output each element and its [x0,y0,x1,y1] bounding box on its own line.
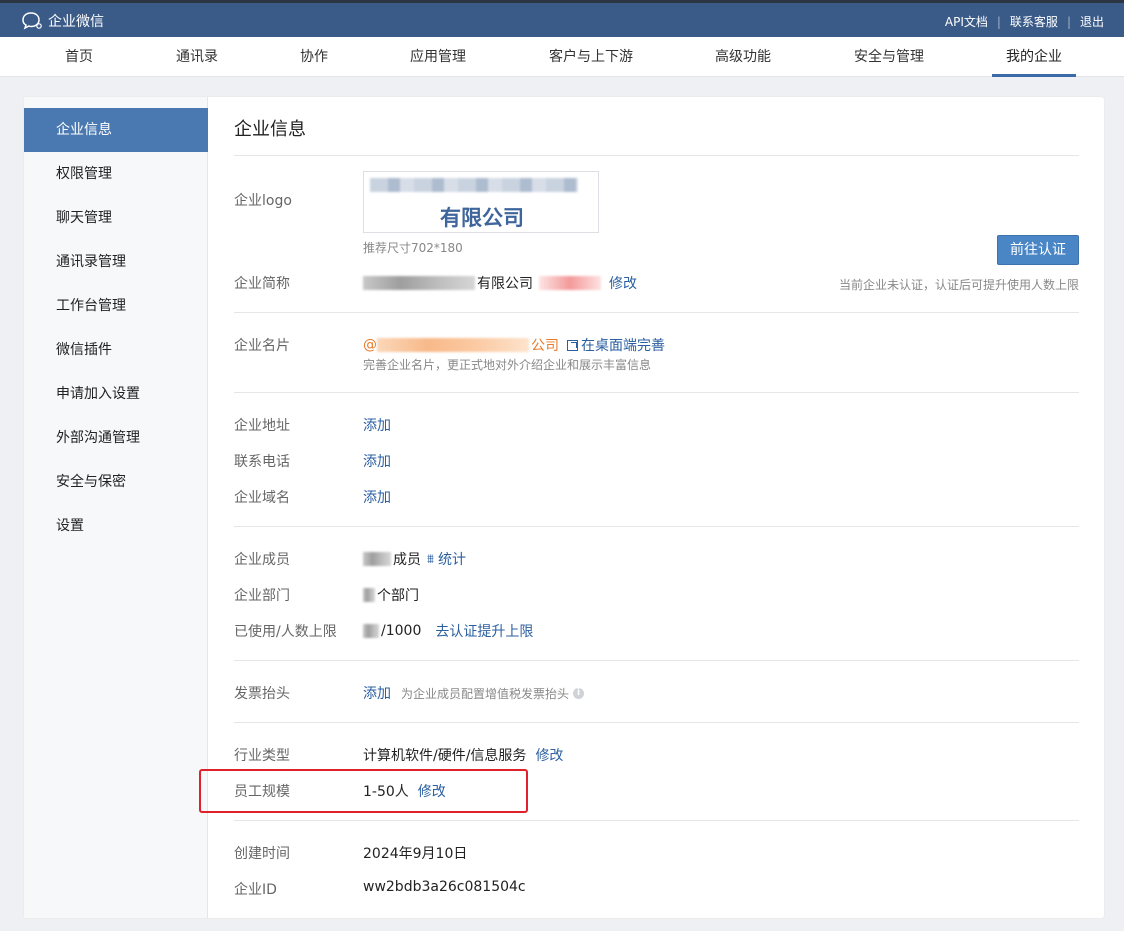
top-link-separator: | [1066,14,1071,29]
nav-customers[interactable]: 客户与上下游 [549,37,633,77]
sidebar-item-join-settings[interactable]: 申请加入设置 [24,372,208,416]
divider [234,312,1079,313]
created-label: 创建时间 [234,846,290,862]
address-add-link[interactable]: 添加 [363,415,391,435]
redacted-text [377,338,529,352]
divider [234,820,1079,821]
divider [234,155,1079,156]
sidebar-item-permissions[interactable]: 权限管理 [24,152,208,196]
departments-label: 企业部门 [234,588,290,604]
departments-value: 个部门 [363,585,419,605]
short-name-suffix: 有限公司 [477,276,533,292]
enterprise-logo[interactable]: 有限公司 [363,171,599,233]
nav-app-management[interactable]: 应用管理 [410,37,466,77]
logo-size-hint: 推荐尺寸702*180 [363,241,463,255]
sidebar-item-enterprise-info[interactable]: 企业信息 [24,108,208,152]
nav-contacts[interactable]: 通讯录 [176,37,218,77]
api-docs-link[interactable]: API文档 [945,13,988,30]
sidebar-item-workbench[interactable]: 工作台管理 [24,284,208,328]
nav-my-enterprise[interactable]: 我的企业 [992,37,1076,77]
logo-label: 企业logo [234,193,292,209]
divider [234,526,1079,527]
sidebar-item-contacts[interactable]: 通讯录管理 [24,240,208,284]
departments-suffix: 个部门 [377,588,419,604]
invoice-hint: 为企业成员配置增值税发票抬头 [401,686,570,701]
sidebar-item-wechat-plugin[interactable]: 微信插件 [24,328,208,372]
industry-label: 行业类型 [234,748,290,764]
brand[interactable]: 企业微信 [22,11,104,31]
highlight-box [199,769,528,813]
members-value: 成员 ⩩ 统计 [363,549,466,569]
domain-add-link[interactable]: 添加 [363,487,391,507]
wecom-logo-icon [22,12,42,30]
sidebar-item-chat[interactable]: 聊天管理 [24,196,208,240]
nav-advanced[interactable]: 高级功能 [715,37,771,77]
usage-label: 已使用/人数上限 [234,624,337,640]
short-name-value: 有限公司 修改 [363,273,637,293]
redacted-text [539,276,601,290]
logout-link[interactable]: 退出 [1080,13,1104,30]
industry-edit-link[interactable]: 修改 [535,745,563,765]
upgrade-limit-link[interactable]: 去认证提升上限 [435,621,533,641]
usage-suffix: /1000 [381,623,422,639]
sidebar-item-external[interactable]: 外部沟通管理 [24,416,208,460]
divider [234,722,1079,723]
top-bar: 企业微信 API文档 | 联系客服 | 退出 [0,0,1124,37]
address-label: 企业地址 [234,418,290,434]
industry-value: 计算机软件/硬件/信息服务 修改 [363,745,563,765]
members-statistics-link[interactable]: 统计 [438,549,466,569]
main-panel: 企业信息 权限管理 聊天管理 通讯录管理 工作台管理 微信插件 申请加入设置 外… [24,97,1104,918]
sidebar-item-security[interactable]: 安全与保密 [24,460,208,504]
nav-home[interactable]: 首页 [65,37,93,77]
invoice-value: 添加 为企业成员配置增值税发票抬头 i [363,683,585,703]
short-name-edit-link[interactable]: 修改 [609,273,637,293]
top-links: API文档 | 联系客服 | 退出 [945,13,1104,30]
sidebar-item-settings[interactable]: 设置 [24,504,208,548]
industry-text: 计算机软件/硬件/信息服务 [363,748,527,764]
external-link-icon [567,339,578,351]
divider [234,392,1079,393]
card-complete-link[interactable]: 在桌面端完善 [567,335,665,355]
card-label: 企业名片 [234,338,290,354]
redacted-text [363,588,375,602]
sidebar: 企业信息 权限管理 聊天管理 通讯录管理 工作台管理 微信插件 申请加入设置 外… [24,97,208,918]
verify-hint: 当前企业未认证，认证后可提升使用人数上限 [838,278,1079,292]
top-link-separator: | [996,14,1001,29]
card-complete-label: 在桌面端完善 [581,338,665,354]
card-hint: 完善企业名片，更正式地对外介绍企业和展示丰富信息 [363,358,652,372]
card-value: @ 公司 在桌面端完善 [363,335,665,355]
logo-redacted [370,178,578,192]
divider [234,660,1079,661]
statistics-icon: ⩩ [427,551,434,567]
phone-label: 联系电话 [234,454,290,470]
usage-value: /1000 去认证提升上限 [363,621,533,641]
redacted-text [363,276,475,290]
invoice-label: 发票抬头 [234,686,290,702]
corp-id-value: ww2bdb3a26c081504c [363,879,526,895]
nav-collaboration[interactable]: 协作 [300,37,328,77]
nav-security[interactable]: 安全与管理 [854,37,924,77]
main-nav: 首页 通讯录 协作 应用管理 客户与上下游 高级功能 安全与管理 我的企业 [0,37,1124,77]
redacted-text [363,624,379,638]
created-value: 2024年9月10日 [363,846,468,862]
invoice-add-link[interactable]: 添加 [363,683,391,703]
logo-text: 有限公司 [440,206,524,230]
members-suffix: 成员 [393,552,421,568]
redacted-text [363,552,391,566]
members-label: 企业成员 [234,552,290,568]
card-suffix: 公司 [531,338,559,354]
verify-button[interactable]: 前往认证 [997,235,1079,265]
domain-label: 企业域名 [234,490,290,506]
phone-add-link[interactable]: 添加 [363,451,391,471]
corp-id-label: 企业ID [234,882,277,898]
info-icon[interactable]: i [573,687,585,699]
card-prefix: @ [363,337,377,353]
page-title: 企业信息 [234,119,306,140]
brand-name: 企业微信 [48,14,104,30]
contact-support-link[interactable]: 联系客服 [1010,13,1058,30]
short-name-label: 企业简称 [234,276,290,292]
